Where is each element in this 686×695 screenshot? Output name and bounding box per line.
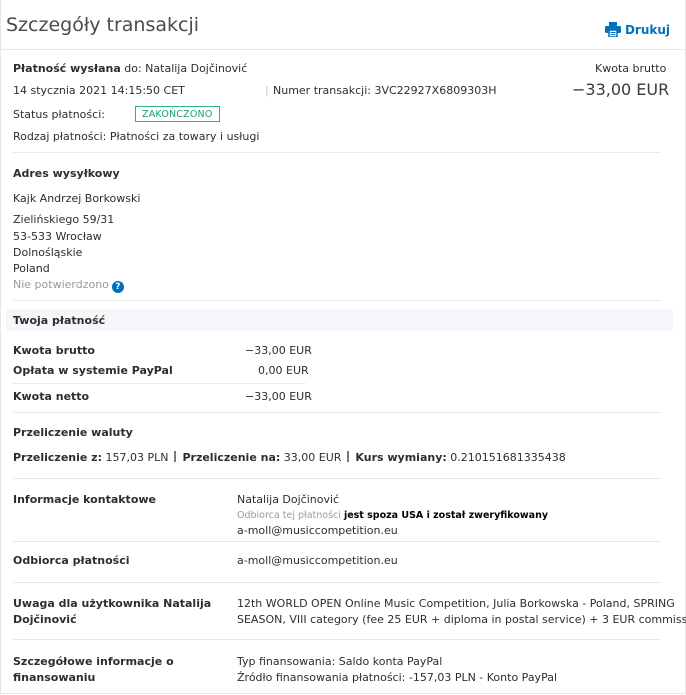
txn-id[interactable]: 3VC22927X6809303H — [374, 84, 496, 97]
gross-label: Kwota brutto — [595, 62, 667, 75]
payment-row-value: 0,00 EUR — [258, 364, 309, 377]
shipping-city: 53-533 Wrocław — [13, 230, 102, 243]
type-value: Płatności za towary i usługi — [109, 130, 260, 143]
divider — [13, 152, 661, 153]
transaction-datetime: 14 stycznia 2021 14:15:50 CET — [13, 84, 185, 97]
page-title: Szczegóły transakcji — [6, 14, 200, 36]
recipient-label: Odbiorca płatności — [13, 554, 130, 567]
divider — [13, 300, 661, 301]
gross-amount: −33,00 EUR — [572, 80, 670, 99]
divider — [13, 478, 661, 479]
divider — [13, 541, 661, 542]
divider — [13, 412, 661, 413]
separator — [174, 451, 177, 462]
payment-row-value: −33,00 EUR — [245, 390, 312, 403]
payment-sent-line: Płatność wysłana do: Natalija Dojčinović — [13, 62, 247, 75]
note-text-line2: SEASON, VIII category (fee 25 EUR + dipl… — [237, 613, 686, 626]
divider — [13, 639, 661, 640]
payment-row-label: Kwota netto — [13, 390, 90, 403]
shipping-name: Kajk Andrzej Borkowski — [13, 192, 141, 205]
contact-note-bold: jest spoza USA i został zweryfikowany — [343, 510, 549, 521]
contact-email[interactable]: a-moll@musiccompetition.eu — [237, 524, 398, 537]
funding-label-line2: finansowaniu — [13, 671, 96, 684]
payment-section-header — [6, 309, 673, 331]
printer-icon — [604, 22, 621, 37]
sent-to: do: Natalija Dojčinović — [124, 62, 248, 75]
conversion-to-value: 33,00 EUR — [283, 451, 342, 464]
note-label-line2: Dojčinović — [13, 613, 77, 626]
help-circle-icon[interactable]: ? — [111, 281, 124, 293]
divider — [0, 49, 686, 50]
conversion-from-label: Przeliczenie z: — [13, 451, 102, 464]
sent-label: Płatność wysłana — [13, 62, 121, 75]
divider — [13, 383, 306, 384]
payment-heading: Twoja płatność — [13, 314, 106, 327]
funding-type: Typ finansowania: Saldo konta PayPal — [237, 655, 443, 668]
address-verification: Nie potwierdzono? — [13, 278, 124, 293]
payment-row-value: −33,00 EUR — [245, 344, 312, 357]
print-label[interactable]: Drukuj — [625, 23, 670, 37]
type-label: Rodzaj płatności: — [13, 130, 107, 143]
verify-status: Nie potwierdzono — [13, 278, 109, 291]
conversion-heading: Przeliczenie waluty — [13, 426, 133, 439]
funding-label-line1: Szczegółowe informacje o — [13, 655, 174, 668]
contact-label: Informacje kontaktowe — [13, 493, 156, 506]
shipping-heading: Adres wysyłkowy — [13, 167, 120, 180]
contact-note: Odbiorca tej płatności jest spoza USA i … — [237, 510, 548, 521]
transaction-details-panel — [0, 0, 686, 694]
payment-row-label: Opłata w systemie PayPal — [13, 364, 173, 377]
payment-type-line: Rodzaj płatności: Płatności za towary i … — [13, 130, 259, 143]
shipping-country: Poland — [13, 262, 50, 275]
contact-note-prefix: Odbiorca tej płatności — [237, 510, 341, 521]
conversion-from-value: 157,03 PLN — [105, 451, 169, 464]
transaction-id-line: Numer transakcji: 3VC22927X6809303H — [273, 84, 496, 97]
separator: | — [265, 84, 269, 97]
exchange-rate-label: Kurs wymiany: — [355, 451, 447, 464]
conversion-to-label: Przeliczenie na: — [182, 451, 281, 464]
exchange-rate-value: 0.210151681335438 — [450, 451, 566, 464]
divider — [13, 582, 661, 583]
recipient-email[interactable]: a-moll@musiccompetition.eu — [237, 554, 398, 567]
funding-source: Źródło finansowania płatności: -157,03 P… — [237, 671, 557, 684]
contact-name: Natalija Dojčinović — [237, 493, 340, 506]
note-label-line1: Uwaga dla użytkownika Natalija — [13, 597, 212, 610]
status-badge: ZAKOŃCZONO — [135, 106, 220, 122]
print-button[interactable]: Drukuj — [604, 22, 670, 37]
conversion-line: Przeliczenie z: 157,03 PLN Przeliczenie n… — [13, 451, 566, 464]
status-label: Status płatności: — [13, 108, 105, 121]
shipping-street: Zielińskiego 59/31 — [13, 213, 115, 226]
separator — [347, 451, 350, 462]
note-text-line1: 12th WORLD OPEN Online Music Competition… — [237, 597, 675, 610]
payment-row-label: Kwota brutto — [13, 344, 95, 357]
shipping-region: Dolnośląskie — [13, 246, 83, 259]
txn-label: Numer transakcji: — [273, 84, 371, 97]
